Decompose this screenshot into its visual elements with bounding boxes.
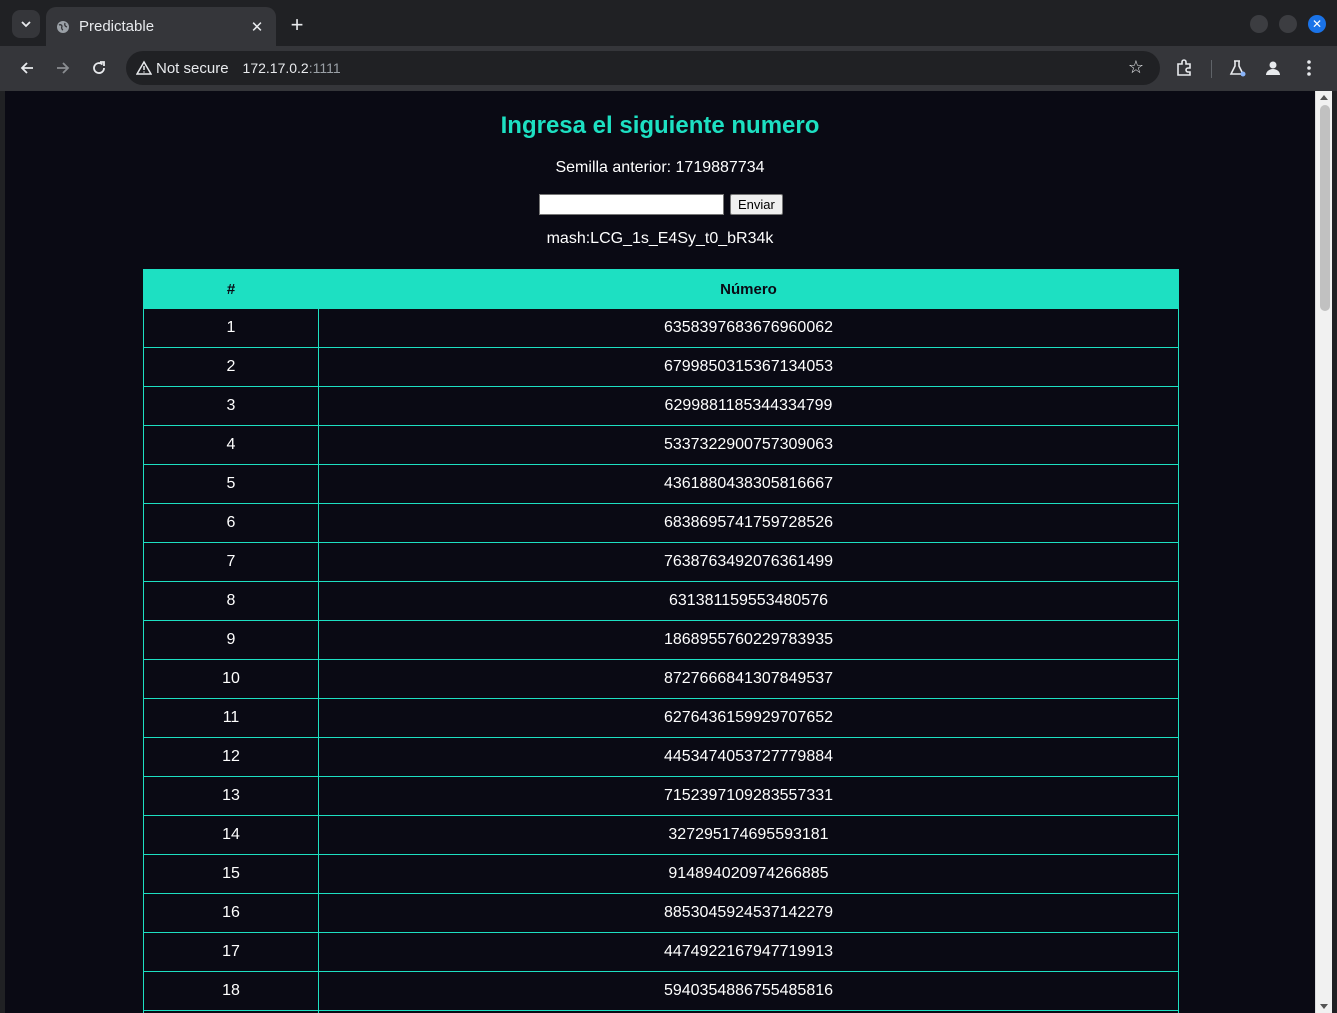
maximize-button[interactable] (1279, 15, 1297, 33)
row-index-cell: 16 (143, 893, 319, 933)
row-index-cell: 10 (143, 659, 319, 699)
scroll-down-arrow-icon[interactable] (1320, 1004, 1328, 1009)
table-row: 12 4453474053727779884 (143, 737, 1179, 777)
row-index-cell: 13 (143, 776, 319, 816)
browser-tab[interactable]: Predictable ✕ (46, 7, 276, 46)
row-index-cell: 6 (143, 503, 319, 543)
table-row: 3 6299881185344334799 (143, 386, 1179, 426)
row-number-cell: 7638763492076361499 (318, 542, 1179, 582)
row-number-cell: 8727666841307849537 (318, 659, 1179, 699)
table-row: 10 8727666841307849537 (143, 659, 1179, 699)
forward-button[interactable] (49, 54, 77, 82)
row-number-cell: 8853045924537142279 (318, 893, 1179, 933)
extensions-icon[interactable] (1171, 55, 1197, 81)
back-button[interactable] (13, 54, 41, 82)
row-index-cell: 5 (143, 464, 319, 504)
table-row: 7 7638763492076361499 (143, 542, 1179, 582)
scroll-up-arrow-icon[interactable] (1320, 95, 1328, 100)
row-number-cell: 6799850315367134053 (318, 347, 1179, 387)
bookmark-star-icon[interactable]: ☆ (1128, 57, 1144, 78)
table-row: 16 8853045924537142279 (143, 893, 1179, 933)
column-header-number: Número (318, 269, 1179, 309)
minimize-button[interactable] (1250, 15, 1268, 33)
vertical-scrollbar[interactable] (1315, 91, 1332, 1013)
reload-icon (93, 61, 105, 74)
tab-search-button[interactable] (12, 10, 40, 38)
row-index-cell: 4 (143, 425, 319, 465)
row-number-cell: 4453474053727779884 (318, 737, 1179, 777)
row-index-cell: 11 (143, 698, 319, 738)
table-row: 1 6358397683676960062 (143, 308, 1179, 348)
row-number-cell: 6838695741759728526 (318, 503, 1179, 543)
window-border-right (1332, 91, 1337, 1013)
page-title: Ingresa el siguiente numero (500, 112, 820, 139)
row-number-cell: 6299881185344334799 (318, 386, 1179, 426)
table-row: 15 914894020974266885 (143, 854, 1179, 894)
tab-strip: Predictable ✕ + ✕ (0, 0, 1337, 46)
column-header-index: # (143, 269, 319, 309)
table-row: 5 4361880438305816667 (143, 464, 1179, 504)
toolbar-divider (1211, 60, 1212, 78)
profile-icon[interactable] (1260, 55, 1286, 81)
reload-button[interactable] (85, 54, 113, 82)
number-form: Enviar (539, 194, 783, 215)
row-number-cell: 4361880438305816667 (318, 464, 1179, 504)
arrow-right-icon (57, 62, 70, 74)
mash-text: mash:LCG_1s_E4Sy_t0_bR34k (546, 230, 774, 247)
chevron-down-icon (21, 21, 31, 28)
row-index-cell: 17 (143, 932, 319, 972)
row-number-cell: 5940354886755485816 (318, 971, 1179, 1011)
row-number-cell: 6358397683676960062 (318, 308, 1179, 348)
table-header-row: # Número (143, 269, 1179, 309)
row-number-cell: 914894020974266885 (318, 854, 1179, 894)
close-tab-icon[interactable]: ✕ (248, 18, 266, 36)
row-number-cell: 631381159553480576 (318, 581, 1179, 621)
address-bar[interactable]: Not secure 172.17.0.2:1111 ☆ (126, 51, 1160, 85)
submit-button[interactable]: Enviar (730, 194, 783, 215)
row-index-cell: 18 (143, 971, 319, 1011)
scrollbar-thumb[interactable] (1320, 105, 1330, 311)
table-row: 18 5940354886755485816 (143, 971, 1179, 1011)
labs-flask-icon[interactable] (1224, 55, 1250, 81)
row-number-cell: 5337322900757309063 (318, 425, 1179, 465)
table-row: 2 6799850315367134053 (143, 347, 1179, 387)
row-number-cell: 6276436159929707652 (318, 698, 1179, 738)
table-row: 6 6838695741759728526 (143, 503, 1179, 543)
table-row: 13 7152397109283557331 (143, 776, 1179, 816)
warning-icon[interactable] (136, 60, 152, 76)
table-row: 17 4474922167947719913 (143, 932, 1179, 972)
row-index-cell: 1 (143, 308, 319, 348)
number-input[interactable] (539, 194, 724, 215)
row-index-cell: 15 (143, 854, 319, 894)
globe-icon (56, 20, 70, 34)
table-row: 4 5337322900757309063 (143, 425, 1179, 465)
row-number-cell: 1868955760229783935 (318, 620, 1179, 660)
row-index-cell: 8 (143, 581, 319, 621)
previous-seed-text: Semilla anterior: 1719887734 (555, 159, 765, 176)
arrow-left-icon (20, 62, 33, 74)
url-port: :1111 (308, 60, 341, 76)
row-number-cell: 4474922167947719913 (318, 932, 1179, 972)
page-viewport: Ingresa el siguiente numero Semilla ante… (5, 91, 1315, 1013)
row-index-cell: 9 (143, 620, 319, 660)
security-label[interactable]: Not secure (156, 60, 229, 77)
url-host: 172.17.0.2 (242, 60, 309, 76)
row-index-cell: 7 (143, 542, 319, 582)
table-row: 14 327295174695593181 (143, 815, 1179, 855)
numbers-table: # Número 1 6358397683676960062 2 6799850315… (143, 269, 1179, 1013)
tab-title: Predictable (79, 18, 155, 35)
close-window-button[interactable]: ✕ (1308, 15, 1326, 33)
table-row: 11 6276436159929707652 (143, 698, 1179, 738)
row-index-cell: 14 (143, 815, 319, 855)
new-tab-button[interactable]: + (284, 12, 310, 38)
row-number-cell: 327295174695593181 (318, 815, 1179, 855)
row-index-cell: 12 (143, 737, 319, 777)
browser-toolbar: Not secure 172.17.0.2:1111 ☆ (0, 46, 1337, 91)
row-number-cell: 7152397109283557331 (318, 776, 1179, 816)
table-row: 8 631381159553480576 (143, 581, 1179, 621)
row-index-cell: 2 (143, 347, 319, 387)
table-row: 9 1868955760229783935 (143, 620, 1179, 660)
row-index-cell: 3 (143, 386, 319, 426)
menu-kebab-icon[interactable] (1296, 55, 1322, 81)
